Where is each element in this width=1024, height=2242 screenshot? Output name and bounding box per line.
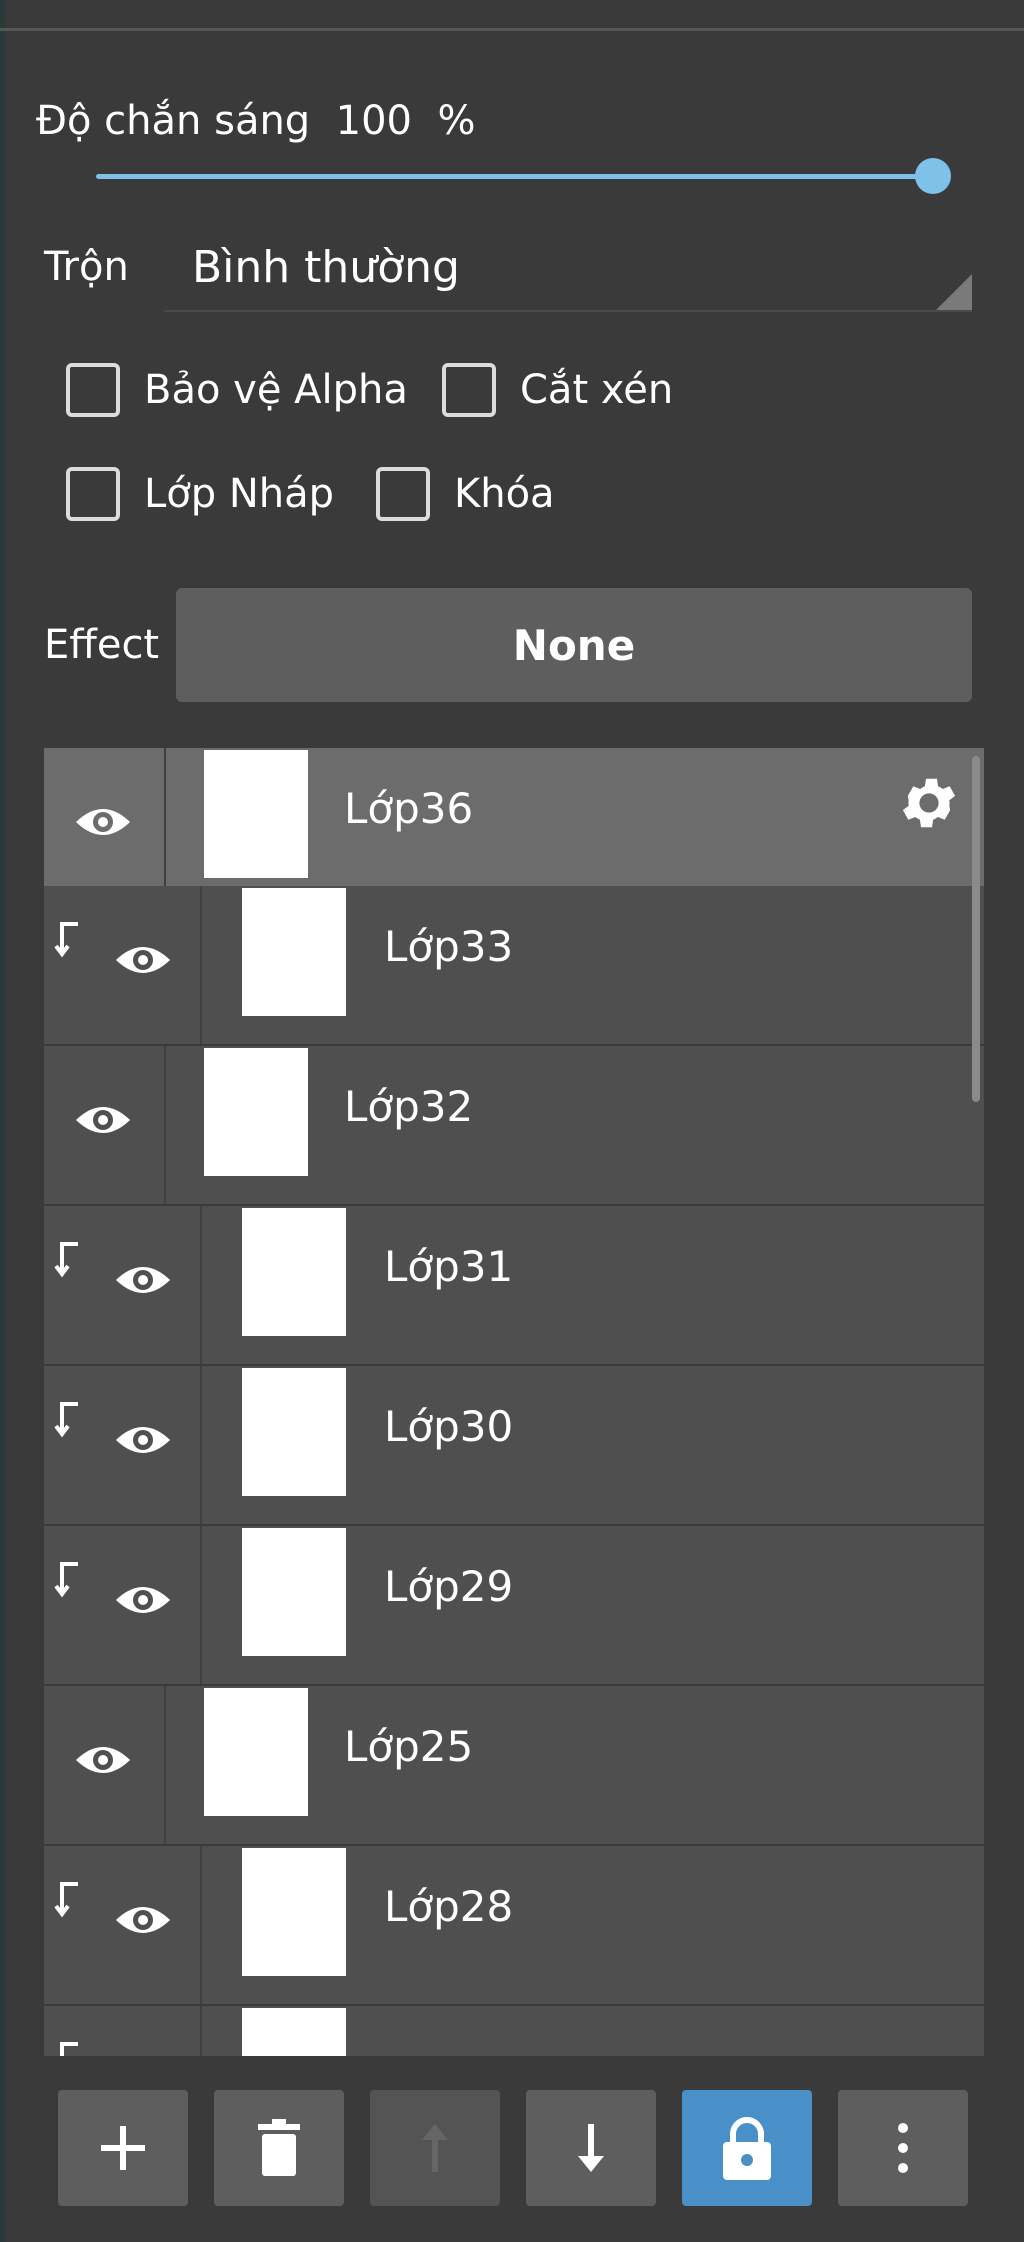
blend-mode-value: Bình thường <box>192 242 460 293</box>
clipping-arrow-icon <box>60 2042 78 2056</box>
eye-icon[interactable] <box>74 802 132 842</box>
move-layer-up-button[interactable] <box>370 2090 500 2206</box>
row-divider <box>164 1686 166 1844</box>
layer-row[interactable] <box>44 2006 984 2056</box>
row-divider <box>200 1526 202 1684</box>
layer-name: Lớp31 <box>384 1242 514 1291</box>
draft-layer-checkbox[interactable]: Lớp Nháp <box>66 467 334 521</box>
layer-thumbnail[interactable] <box>242 1368 346 1496</box>
layer-thumbnail[interactable] <box>242 1208 346 1336</box>
layer-name: Lớp32 <box>344 1082 474 1131</box>
opacity-label: Độ chắn sáng 100 % <box>36 98 475 144</box>
layer-thumbnail[interactable] <box>204 750 308 878</box>
layer-name: Lớp33 <box>384 922 514 971</box>
layer-row[interactable]: Lớp28 <box>44 1846 984 2004</box>
trash-icon <box>258 2119 300 2176</box>
row-divider <box>200 886 202 1044</box>
layer-row[interactable]: Lớp31 <box>44 1206 984 1364</box>
layer-name: Lớp36 <box>344 784 474 833</box>
layer-thumbnail[interactable] <box>242 1528 346 1656</box>
lock-checkbox[interactable]: Khóa <box>376 467 555 521</box>
lock-label: Khóa <box>454 471 555 517</box>
layer-toolbar <box>58 2090 972 2206</box>
layer-name: Lớp29 <box>384 1562 514 1611</box>
more-vertical-icon <box>898 2123 908 2173</box>
checkbox-box[interactable] <box>66 363 120 417</box>
clipping-arrow-icon <box>54 1402 78 1438</box>
checkbox-box[interactable] <box>442 363 496 417</box>
checkbox-box[interactable] <box>376 467 430 521</box>
row-divider <box>200 1206 202 1364</box>
row-divider <box>200 2006 202 2056</box>
dropdown-corner-icon <box>936 274 972 310</box>
blend-mode-label: Trộn <box>44 244 129 290</box>
layer-row[interactable]: Lớp32 <box>44 1046 984 1204</box>
eye-icon[interactable] <box>114 1900 172 1940</box>
protect-alpha-label: Bảo vệ Alpha <box>144 367 408 413</box>
plus-icon <box>101 2126 145 2170</box>
layer-list-scrollbar[interactable] <box>972 756 980 1102</box>
clipping-arrow-icon <box>54 922 78 958</box>
layer-thumbnail[interactable] <box>242 2008 346 2056</box>
lock-layer-button[interactable] <box>682 2090 812 2206</box>
layer-name: Lớp30 <box>384 1402 514 1451</box>
draft-layer-label: Lớp Nháp <box>144 471 335 517</box>
layer-row[interactable]: Lớp33 <box>44 886 984 1044</box>
clipping-arrow-icon <box>54 1242 78 1278</box>
eye-icon[interactable] <box>74 1100 132 1140</box>
layer-row[interactable]: Lớp30 <box>44 1366 984 1524</box>
layer-name: Lớp25 <box>344 1722 474 1771</box>
row-divider <box>164 1046 166 1204</box>
layer-row[interactable]: Lớp29 <box>44 1526 984 1684</box>
eye-icon[interactable] <box>114 1580 172 1620</box>
layer-row[interactable]: Lớp25 <box>44 1686 984 1844</box>
gear-icon[interactable] <box>896 770 962 836</box>
layer-thumbnail[interactable] <box>242 888 346 1016</box>
blend-mode-select[interactable]: Bình thường <box>164 232 972 312</box>
clipping-arrow-icon <box>54 1562 78 1598</box>
protect-alpha-checkbox[interactable]: Bảo vệ Alpha <box>66 363 408 417</box>
opacity-value: 100 <box>335 98 412 144</box>
add-layer-button[interactable] <box>58 2090 188 2206</box>
checkbox-box[interactable] <box>66 467 120 521</box>
layer-row[interactable]: Lớp36 <box>44 748 984 906</box>
layer-name: Lớp28 <box>384 1882 514 1931</box>
more-options-button[interactable] <box>838 2090 968 2206</box>
opacity-slider[interactable] <box>96 174 934 179</box>
effect-button[interactable]: None <box>176 588 972 702</box>
eye-icon[interactable] <box>114 1260 172 1300</box>
left-edge-strip <box>0 0 6 2242</box>
layer-list[interactable]: Lớp36 Lớp33 Lớp32 Lớp31 Lớp30 Lớp29 Lớp2… <box>44 748 984 2056</box>
effect-label: Effect <box>44 622 160 668</box>
layer-thumbnail[interactable] <box>204 1688 308 1816</box>
row-divider <box>200 1846 202 2004</box>
eye-icon[interactable] <box>74 1740 132 1780</box>
arrow-down-icon <box>578 2124 604 2172</box>
row-divider <box>200 1366 202 1524</box>
arrow-up-icon <box>422 2124 448 2172</box>
clipping-arrow-icon <box>54 1882 78 1918</box>
layer-thumbnail[interactable] <box>242 1848 346 1976</box>
opacity-unit: % <box>437 98 476 144</box>
clipping-checkbox[interactable]: Cắt xén <box>442 363 673 417</box>
opacity-slider-thumb[interactable] <box>915 158 951 194</box>
clipping-label: Cắt xén <box>520 367 674 413</box>
layer-thumbnail[interactable] <box>204 1048 308 1176</box>
eye-icon[interactable] <box>114 940 172 980</box>
lock-icon <box>723 2117 771 2180</box>
delete-layer-button[interactable] <box>214 2090 344 2206</box>
opacity-label-text: Độ chắn sáng <box>36 98 311 144</box>
eye-icon[interactable] <box>114 1420 172 1460</box>
move-layer-down-button[interactable] <box>526 2090 656 2206</box>
row-divider <box>164 748 166 906</box>
